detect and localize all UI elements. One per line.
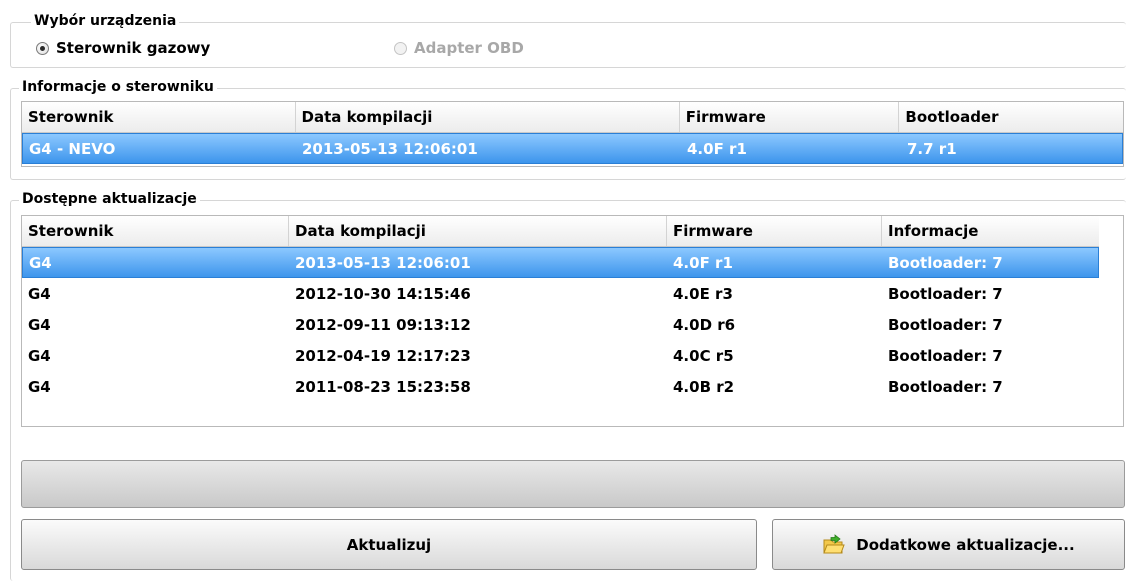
radio-unchecked-icon [394, 41, 407, 55]
updates-table: Sterownik Data kompilacji Firmware Infor… [21, 215, 1124, 427]
cell-firmware: 4.0B r2 [673, 377, 735, 396]
additional-updates-button[interactable]: Dodatkowe aktualizacje... [772, 519, 1125, 570]
radio-adapter-obd[interactable]: Adapter OBD [394, 39, 524, 57]
table-row[interactable]: G4 2013-05-13 12:06:01 4.0F r1 Bootloade… [22, 247, 1099, 278]
update-progress-bar [21, 460, 1125, 508]
table-header: Sterownik Data kompilacji Firmware Infor… [22, 216, 1099, 247]
cell-firmware: 4.0F r1 [687, 139, 747, 158]
column-header[interactable]: Sterownik [22, 216, 289, 246]
cell-controller: G4 [28, 377, 51, 396]
folder-open-arrow-icon [822, 533, 846, 556]
radio-sterownik-gazowy[interactable]: Sterownik gazowy [36, 39, 210, 57]
column-header[interactable]: Data kompilacji [289, 216, 667, 246]
column-header[interactable]: Informacje [882, 216, 1099, 246]
cell-firmware: 4.0E r3 [673, 284, 733, 303]
cell-compile-date: 2012-04-19 12:17:23 [295, 346, 471, 365]
table-header: Sterownik Data kompilacji Firmware Bootl… [22, 102, 1123, 133]
table-row[interactable]: G4 - NEVO 2013-05-13 12:06:01 4.0F r1 7.… [22, 133, 1123, 164]
table-row[interactable]: G4 2012-09-11 09:13:12 4.0D r6 Bootloade… [22, 309, 1123, 340]
column-header[interactable]: Sterownik [22, 102, 296, 132]
cell-info: Bootloader: 7 [888, 315, 1003, 334]
cell-controller: G4 - NEVO [29, 139, 116, 158]
cell-compile-date: 2012-10-30 14:15:46 [295, 284, 471, 303]
radio-checked-icon [36, 41, 49, 55]
column-header[interactable]: Bootloader [899, 102, 1123, 132]
cell-compile-date: 2013-05-13 12:06:01 [295, 253, 471, 272]
controller-info-title: Informacje o sterowniku [19, 79, 217, 96]
cell-firmware: 4.0D r6 [673, 315, 736, 334]
updates-title: Dostępne aktualizacje [19, 191, 200, 208]
cell-info: Bootloader: 7 [888, 284, 1003, 303]
cell-compile-date: 2013-05-13 12:06:01 [302, 139, 478, 158]
cell-firmware: 4.0C r5 [673, 346, 734, 365]
update-button-label: Aktualizuj [346, 535, 432, 554]
cell-controller: G4 [29, 253, 52, 272]
cell-info: Bootloader: 7 [888, 253, 1003, 272]
update-button[interactable]: Aktualizuj [21, 519, 757, 570]
table-row[interactable]: G4 2011-08-23 15:23:58 4.0B r2 Bootloade… [22, 371, 1123, 402]
cell-info: Bootloader: 7 [888, 377, 1003, 396]
column-header[interactable]: Firmware [680, 102, 900, 132]
cell-bootloader: 7.7 r1 [907, 139, 957, 158]
cell-controller: G4 [28, 346, 51, 365]
cell-firmware: 4.0F r1 [673, 253, 733, 272]
radio-label: Adapter OBD [414, 39, 524, 57]
cell-controller: G4 [28, 284, 51, 303]
column-header[interactable]: Data kompilacji [296, 102, 680, 132]
cell-compile-date: 2011-08-23 15:23:58 [295, 377, 471, 396]
cell-info: Bootloader: 7 [888, 346, 1003, 365]
cell-controller: G4 [28, 315, 51, 334]
additional-updates-label: Dodatkowe aktualizacje... [856, 535, 1075, 554]
controller-info-table: Sterownik Data kompilacji Firmware Bootl… [21, 101, 1124, 167]
device-selection-title: Wybór urządzenia [31, 13, 180, 30]
cell-compile-date: 2012-09-11 09:13:12 [295, 315, 471, 334]
table-row[interactable]: G4 2012-10-30 14:15:46 4.0E r3 Bootloade… [22, 278, 1123, 309]
table-row[interactable]: G4 2012-04-19 12:17:23 4.0C r5 Bootloade… [22, 340, 1123, 371]
column-header[interactable]: Firmware [667, 216, 882, 246]
radio-label: Sterownik gazowy [56, 39, 211, 57]
